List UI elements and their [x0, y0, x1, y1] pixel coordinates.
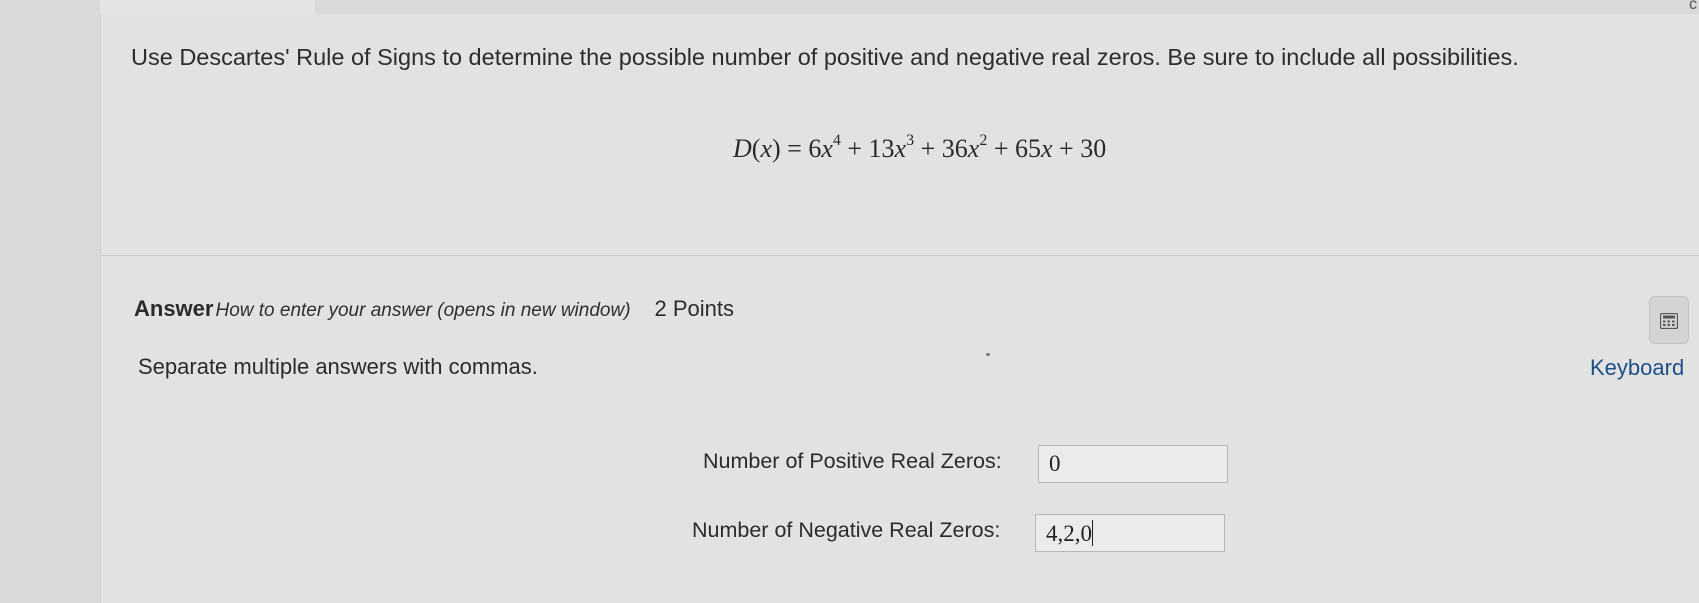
question-page: Use Descartes' Rule of Signs to determin… — [100, 14, 1699, 603]
calculator-icon — [1660, 313, 1678, 329]
section-divider — [101, 255, 1699, 256]
answer-instructions: Separate multiple answers with commas. — [138, 354, 538, 379]
keyboard-label[interactable]: Keyboard — [1590, 355, 1684, 381]
top-tab — [100, 0, 315, 15]
partial-corner-glyph: c — [1689, 0, 1697, 13]
positive-zeros-input[interactable]: 0 — [1038, 445, 1228, 483]
equation-terms: 6x4 + 13x3 + 36x2 + 65x + 30 — [808, 132, 1107, 163]
keyboard-button[interactable] — [1649, 296, 1689, 344]
positive-zeros-value: 0 — [1049, 451, 1061, 476]
stray-dot — [986, 353, 990, 356]
text-caret — [1092, 520, 1093, 546]
answer-help-link[interactable]: How to enter your answer (opens in new w… — [215, 300, 630, 322]
question-text: Use Descartes' Rule of Signs to determin… — [131, 44, 1519, 70]
equation-lhs: D(x) = — [733, 134, 809, 163]
points-label: 2 Points — [654, 296, 735, 321]
negative-zeros-input[interactable]: 4,2,0 — [1035, 514, 1225, 552]
answer-header: Answer How to enter your answer (opens i… — [134, 296, 734, 322]
negative-zeros-value: 4,2,0 — [1046, 521, 1092, 546]
positive-zeros-label: Number of Positive Real Zeros: — [703, 449, 1002, 473]
negative-zeros-label: Number of Negative Real Zeros: — [692, 518, 1001, 542]
polynomial-equation: D(x) = 6x4 + 13x3 + 36x2 + 65x + 30 — [733, 132, 1106, 164]
answer-title: Answer — [134, 296, 214, 321]
